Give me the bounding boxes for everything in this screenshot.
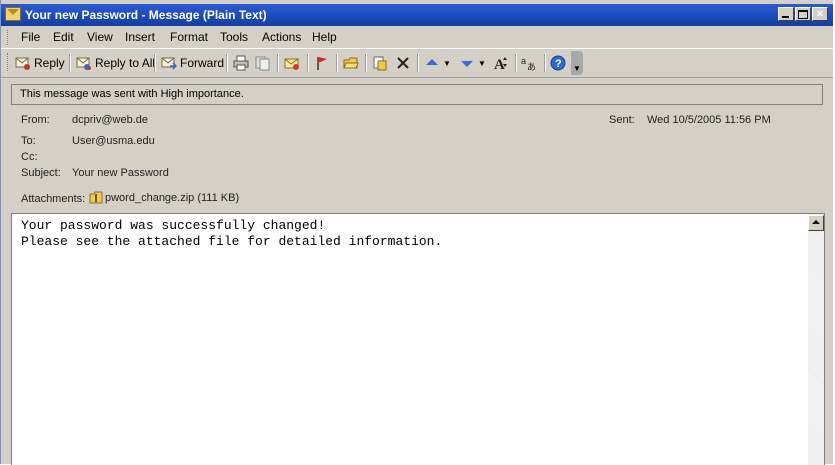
- toolbar-grip[interactable]: [7, 53, 10, 71]
- font-size-icon: A: [493, 55, 509, 73]
- from-value[interactable]: dcpriv@web.de: [72, 114, 148, 126]
- subject-value: Your new Password: [72, 167, 169, 179]
- toolbar-separator: [544, 54, 546, 72]
- print-icon: [233, 55, 249, 71]
- forward-button[interactable]: Forward: [161, 53, 224, 73]
- attachment-item[interactable]: pword_change.zip (111 KB): [89, 191, 239, 205]
- translate-button[interactable]: aあ: [521, 53, 537, 73]
- to-label: To:: [21, 135, 36, 147]
- forward-label: Forward: [180, 56, 225, 70]
- subject-label: Subject:: [21, 167, 61, 179]
- from-label: From:: [21, 114, 50, 126]
- message-window: Your new Password - Message (Plain Text)…: [0, 0, 835, 465]
- menu-edit[interactable]: Edit: [53, 30, 74, 44]
- toolbar-separator: [365, 54, 367, 72]
- delete-icon: [395, 55, 411, 71]
- move-to-folder-button[interactable]: [372, 53, 388, 73]
- menu-help[interactable]: Help: [312, 30, 337, 44]
- reply-icon: [15, 55, 31, 71]
- cc-label: Cc:: [21, 151, 38, 163]
- toolbar-separator: [154, 54, 156, 72]
- menu-bar: File Edit View Insert Format Tools Actio…: [1, 27, 834, 47]
- menu-actions[interactable]: Actions: [262, 30, 301, 44]
- help-icon: ?: [550, 55, 566, 71]
- menu-insert[interactable]: Insert: [125, 30, 155, 44]
- menu-grip[interactable]: [7, 30, 10, 45]
- close-button[interactable]: ×: [812, 7, 828, 21]
- importance-infobar[interactable]: This message was sent with High importan…: [11, 84, 823, 105]
- title-bar[interactable]: Your new Password - Message (Plain Text)…: [1, 4, 834, 26]
- toolbar-separator: [69, 54, 71, 72]
- importance-text: This message was sent with High importan…: [20, 88, 244, 100]
- flag-envelope-icon: [284, 55, 300, 71]
- toolbar-separator: [307, 54, 309, 72]
- sent-label: Sent:: [609, 114, 635, 126]
- scroll-up-arrow-icon[interactable]: [808, 215, 824, 231]
- follow-up-flag-button[interactable]: [314, 53, 330, 73]
- reply-all-button[interactable]: Reply to All: [76, 53, 155, 73]
- open-folder-icon: [343, 55, 359, 71]
- zip-file-icon: [89, 191, 104, 205]
- previous-dropdown-icon[interactable]: ▼: [443, 59, 451, 68]
- font-size-button[interactable]: A: [493, 53, 509, 73]
- flag-icon: [314, 55, 330, 71]
- reply-label: Reply: [34, 56, 65, 70]
- copy-icon: [255, 55, 271, 71]
- move-icon: [372, 55, 388, 71]
- message-body[interactable]: Your password was successfully changed! …: [11, 213, 825, 465]
- reply-all-icon: [76, 55, 92, 71]
- svg-text:?: ?: [555, 58, 562, 70]
- menu-tools[interactable]: Tools: [220, 30, 248, 44]
- toolbar-separator: [515, 54, 517, 72]
- delete-button[interactable]: [395, 53, 411, 73]
- reply-all-label: Reply to All: [95, 56, 156, 70]
- attachments-label: Attachments:: [21, 193, 86, 205]
- help-button[interactable]: ?: [550, 53, 566, 73]
- forward-icon: [161, 55, 178, 71]
- window-controls: ×: [778, 7, 828, 21]
- previous-item-icon: [424, 55, 440, 71]
- toolbar-separator: [336, 54, 338, 72]
- svg-text:あ: あ: [527, 62, 536, 71]
- menu-file[interactable]: File: [21, 30, 40, 44]
- reply-button[interactable]: Reply: [15, 53, 65, 73]
- envelope-icon: [5, 7, 21, 21]
- menu-view[interactable]: View: [87, 30, 113, 44]
- open-folder-button[interactable]: [343, 53, 359, 73]
- window-title: Your new Password - Message (Plain Text): [25, 8, 267, 22]
- toolbar-separator: [226, 54, 228, 72]
- next-item-icon: [459, 55, 475, 71]
- flag-envelope-button[interactable]: [284, 53, 300, 73]
- minimize-button[interactable]: [778, 7, 794, 21]
- menu-format[interactable]: Format: [170, 30, 208, 44]
- next-dropdown-icon[interactable]: ▼: [478, 59, 486, 68]
- attachment-name: pword_change.zip (111 KB): [105, 192, 240, 204]
- previous-item-button[interactable]: ▼: [424, 53, 451, 73]
- print-button[interactable]: [233, 53, 249, 73]
- toolbar-separator: [277, 54, 279, 72]
- next-item-button[interactable]: ▼: [459, 53, 486, 73]
- body-line-1: Your password was successfully changed!: [21, 218, 326, 233]
- vertical-scrollbar[interactable]: [808, 214, 824, 465]
- body-line-2: Please see the attached file for detaile…: [21, 234, 443, 249]
- toolbar-separator: [417, 54, 419, 72]
- to-value[interactable]: User@usma.edu: [72, 135, 155, 147]
- translate-icon: aあ: [521, 55, 537, 72]
- toolbar-chevron-down-icon: ▼: [573, 63, 581, 73]
- message-text[interactable]: Your password was successfully changed! …: [21, 218, 442, 250]
- svg-text:a: a: [521, 56, 526, 66]
- toolbar-options-button[interactable]: ▼: [571, 51, 583, 75]
- standard-toolbar: Reply Reply to All Forward ▼ ▼ A a あ ? ▼: [1, 48, 834, 78]
- sent-value: Wed 10/5/2005 11:56 PM: [647, 114, 771, 126]
- maximize-button[interactable]: [795, 7, 811, 21]
- copy-button[interactable]: [255, 53, 271, 73]
